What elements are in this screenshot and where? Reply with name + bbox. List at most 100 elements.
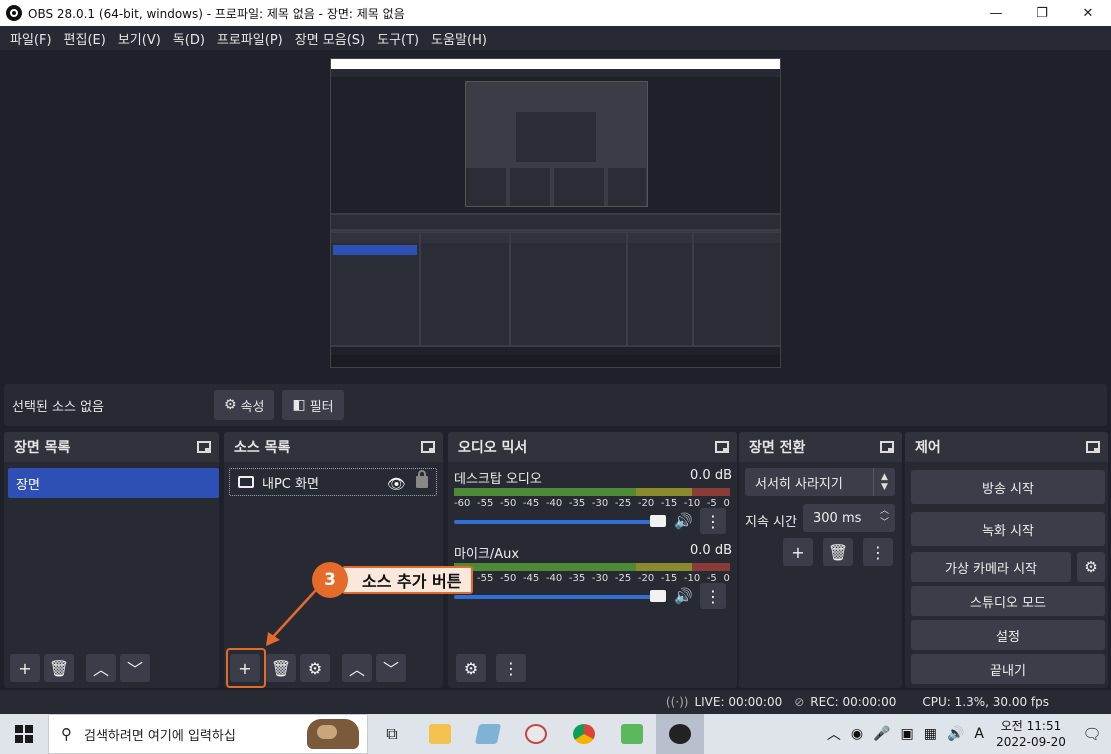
menu-file[interactable]: 파일(F): [4, 29, 58, 48]
preview-mirror-taskbar: [331, 355, 780, 367]
add-source-highlight-box: [226, 648, 266, 688]
volume-slider-handle[interactable]: [650, 590, 666, 602]
transition-select[interactable]: 서서히 사라지기 ▲ ▼: [745, 468, 895, 496]
duration-spinbox[interactable]: 300 ms ︿ ﹀: [803, 504, 895, 532]
network-icon[interactable]: ▦: [924, 726, 937, 742]
start-streaming-button[interactable]: 방송 시작: [911, 470, 1105, 504]
search-icon: ⚲: [61, 725, 72, 743]
close-button[interactable]: ✕: [1065, 0, 1111, 26]
spinner-arrows-icon[interactable]: ︿ ﹀: [880, 505, 889, 529]
obs-app-button[interactable]: [656, 714, 704, 754]
recording-tray-icon[interactable]: ▣: [901, 726, 914, 742]
notepad-app-button[interactable]: [464, 714, 512, 754]
audio-mixer-dock: 오디오 믹서 데스크탑 오디오 0.0 dB -60 -55 -50 -45 -40 -3…: [448, 432, 737, 688]
remove-source-button[interactable]: 🗑: [266, 654, 296, 682]
start-recording-button[interactable]: 녹화 시작: [911, 512, 1105, 546]
callout-text: 소스 추가 버튼: [342, 566, 474, 594]
undock-icon[interactable]: [880, 441, 894, 453]
move-source-up-button[interactable]: ︿: [342, 654, 372, 682]
preview-area: [0, 50, 1111, 380]
scene-item[interactable]: 장면: [8, 468, 219, 498]
properties-button[interactable]: ⚙ 속성: [214, 390, 275, 420]
channel-level: 0.0 dB: [690, 543, 732, 558]
notification-icon[interactable]: 🗨: [1073, 725, 1111, 743]
menu-profile[interactable]: 프로파일(P): [211, 29, 289, 48]
more-vertical-icon: ⋮: [705, 586, 721, 606]
task-view-button[interactable]: ⧉: [368, 714, 416, 754]
duration-label: 지속 시간: [745, 515, 797, 530]
volume-slider[interactable]: [454, 520, 664, 524]
exit-button[interactable]: 끝내기: [911, 654, 1105, 684]
menu-help[interactable]: 도움말(H): [425, 29, 493, 48]
undock-icon[interactable]: [421, 441, 435, 453]
menu-docks[interactable]: 독(D): [167, 29, 211, 48]
microphone-icon[interactable]: 🎤: [873, 726, 890, 742]
chrome-app-button[interactable]: [560, 714, 608, 754]
start-virtual-camera-button[interactable]: 가상 카메라 시작: [911, 552, 1071, 582]
android-app-button[interactable]: [608, 714, 656, 754]
menu-scene-collection[interactable]: 장면 모음(S): [289, 29, 371, 48]
gear-icon: ⚙: [1084, 558, 1098, 576]
virtual-camera-settings-button[interactable]: ⚙: [1077, 552, 1105, 582]
move-scene-up-button[interactable]: ︿: [86, 654, 116, 682]
studio-mode-button[interactable]: 스튜디오 모드: [911, 586, 1105, 616]
add-transition-button[interactable]: +: [783, 538, 813, 566]
remove-scene-button[interactable]: 🗑: [44, 654, 74, 682]
menu-edit[interactable]: 편집(E): [58, 29, 112, 48]
move-scene-down-button[interactable]: ﹀: [120, 654, 150, 682]
source-properties-button[interactable]: ⚙: [300, 654, 330, 682]
system-tray: ︿ ◉ 🎤 ▣ ▦ 🔊 A 오전 11:51 2022-09-20 🗨: [822, 714, 1111, 754]
start-button[interactable]: [0, 714, 48, 754]
no-source-selected-label: 선택된 소스 없음: [12, 399, 104, 415]
volume-slider-handle[interactable]: [650, 515, 666, 527]
transition-properties-button[interactable]: ⋮: [863, 538, 893, 566]
mixer-menu-button[interactable]: ⋮: [496, 654, 526, 682]
minimize-button[interactable]: —: [973, 0, 1019, 26]
move-source-down-button[interactable]: ﹀: [376, 654, 406, 682]
windows-logo-icon: [15, 725, 33, 743]
sources-dock-title: 소스 목록: [234, 440, 291, 456]
channel-menu-button[interactable]: ⋮: [700, 583, 726, 609]
transition-selected: 서서히 사라지기: [755, 476, 843, 492]
taskbar-search-box[interactable]: ⚲ 검색하려면 여기에 입력하십: [48, 714, 368, 754]
sources-dock-header: 소스 목록: [224, 432, 443, 462]
speaker-icon[interactable]: 🔊: [674, 512, 693, 530]
remove-transition-button[interactable]: 🗑: [823, 538, 853, 566]
chevron-down-icon: ﹀: [126, 660, 143, 679]
menu-view[interactable]: 보기(V): [112, 29, 167, 48]
mixer-advanced-settings-button[interactable]: ⚙: [456, 654, 486, 682]
file-explorer-button[interactable]: [416, 714, 464, 754]
trash-icon: 🗑: [270, 658, 292, 678]
preview-canvas[interactable]: [330, 58, 781, 368]
transitions-dock-header: 장면 전환: [739, 432, 902, 462]
maximize-button[interactable]: ❐: [1019, 0, 1065, 26]
clock[interactable]: 오전 11:51 2022-09-20: [995, 718, 1067, 750]
undock-icon[interactable]: [197, 441, 211, 453]
undock-icon[interactable]: [1086, 441, 1100, 453]
menu-tools[interactable]: 도구(T): [371, 29, 425, 48]
channel-menu-button[interactable]: ⋮: [700, 508, 726, 534]
gear-icon: ⚙: [307, 658, 323, 678]
undock-icon[interactable]: [715, 441, 729, 453]
paint-app-button[interactable]: [512, 714, 560, 754]
controls-dock-title: 제어: [915, 440, 941, 456]
menu-bar: 파일(F) 편집(E) 보기(V) 독(D) 프로파일(P) 장면 모음(S) …: [0, 26, 1111, 50]
lock-icon[interactable]: [416, 470, 428, 488]
add-scene-button[interactable]: +: [10, 654, 40, 682]
speaker-icon[interactable]: 🔊: [674, 587, 693, 605]
settings-button[interactable]: 설정: [911, 620, 1105, 650]
speaker-icon[interactable]: 🔊: [947, 726, 964, 742]
mixer-channel-mic: 마이크/Aux 0.0 dB -60-55-50-45-40-35-30-25-…: [454, 543, 732, 609]
camera-icon[interactable]: ◉: [851, 726, 863, 742]
filters-button[interactable]: ◧ 필터: [282, 390, 344, 420]
transitions-dock-title: 장면 전환: [749, 440, 806, 456]
source-item[interactable]: 내PC 화면 👁: [229, 468, 437, 496]
chevron-down-icon: ﹀: [382, 660, 399, 679]
chevron-up-icon[interactable]: ︿: [827, 724, 841, 744]
ime-indicator[interactable]: A: [974, 726, 984, 742]
visibility-eye-icon[interactable]: 👁: [387, 475, 406, 493]
preview-mirror-titlebar: [331, 59, 780, 69]
chrome-icon: [573, 724, 595, 744]
volume-slider[interactable]: [454, 595, 664, 599]
folder-icon: [429, 724, 451, 744]
